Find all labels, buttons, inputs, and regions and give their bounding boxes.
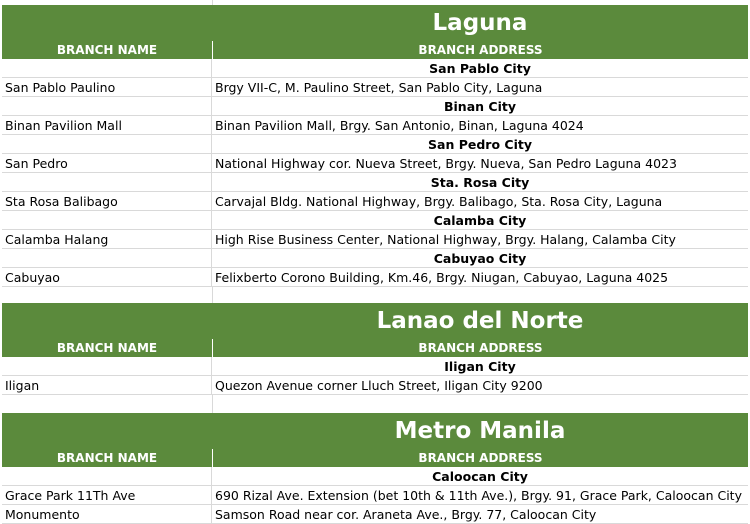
header-branch-address[interactable]: BRANCH ADDRESS xyxy=(213,41,748,59)
table-header: BRANCH NAME BRANCH ADDRESS xyxy=(2,41,748,59)
city-row: Caloocan City xyxy=(2,467,748,486)
city-row: San Pedro City xyxy=(2,135,748,154)
branch-name-cell[interactable]: Sta Rosa Balibago xyxy=(2,192,212,210)
city-row: San Pablo City xyxy=(2,59,748,78)
table-header: BRANCH NAME BRANCH ADDRESS xyxy=(2,449,748,467)
city-row: Iligan City xyxy=(2,357,748,376)
branch-address-cell[interactable]: Samson Road near cor. Araneta Ave., Brgy… xyxy=(212,505,748,523)
city-name[interactable]: Calamba City xyxy=(212,211,748,229)
branch-name-cell[interactable]: Cabuyao xyxy=(2,268,212,286)
city-row: Calamba City xyxy=(2,211,748,230)
empty-cell[interactable] xyxy=(2,357,212,375)
spreadsheet: Laguna BRANCH NAME BRANCH ADDRESS San Pablo… xyxy=(0,0,750,524)
region-title: Metro Manila xyxy=(2,413,748,449)
table-row: Binan Pavilion Mall Binan Pavilion Mall, … xyxy=(2,116,748,135)
empty-row xyxy=(2,395,748,414)
city-row: Sta. Rosa City xyxy=(2,173,748,192)
table-row: Monumento Samson Road near cor. Araneta A… xyxy=(2,505,748,524)
city-name[interactable]: Cabuyao City xyxy=(212,249,748,267)
city-name[interactable]: Sta. Rosa City xyxy=(212,173,748,191)
header-branch-address[interactable]: BRANCH ADDRESS xyxy=(213,339,748,357)
table-row: San Pedro National Highway cor. Nueva Str… xyxy=(2,154,748,173)
region-title: Lanao del Norte xyxy=(2,303,748,339)
branch-address-cell[interactable]: Quezon Avenue corner Lluch Street, Iliga… xyxy=(212,376,748,394)
branch-address-cell[interactable]: High Rise Business Center, National High… xyxy=(212,230,748,248)
table-row: Cabuyao Felixberto Corono Building, Km.46… xyxy=(2,268,748,287)
branch-address-cell[interactable]: Carvajal Bldg. National Highway, Brgy. B… xyxy=(212,192,748,210)
city-row: Cabuyao City xyxy=(2,249,748,268)
city-name[interactable]: Caloocan City xyxy=(212,467,748,485)
empty-cell[interactable] xyxy=(2,59,212,77)
branch-address-cell[interactable]: National Highway cor. Nueva Street, Brgy… xyxy=(212,154,748,172)
table-row: San Pablo Paulino Brgy VII-C, M. Paulino … xyxy=(2,78,748,97)
branch-name-cell[interactable]: Calamba Halang xyxy=(2,230,212,248)
city-name[interactable]: San Pedro City xyxy=(212,135,748,153)
branch-address-cell[interactable]: Binan Pavilion Mall, Brgy. San Antonio, … xyxy=(212,116,748,134)
table-row: Grace Park 11Th Ave 690 Rizal Ave. Extens… xyxy=(2,486,748,505)
empty-cell[interactable] xyxy=(213,395,748,413)
branch-name-cell[interactable]: Binan Pavilion Mall xyxy=(2,116,212,134)
region-section: Lanao del Norte BRANCH NAME BRANCH ADDRESS… xyxy=(2,303,748,414)
branch-address-cell[interactable]: 690 Rizal Ave. Extension (bet 10th & 11t… xyxy=(212,486,748,504)
table-header: BRANCH NAME BRANCH ADDRESS xyxy=(2,339,748,357)
empty-cell[interactable] xyxy=(2,467,212,485)
empty-cell[interactable] xyxy=(2,173,212,191)
region-section: Metro Manila BRANCH NAME BRANCH ADDRESS Cal… xyxy=(2,413,748,524)
header-branch-name[interactable]: BRANCH NAME xyxy=(2,449,213,467)
branch-name-cell[interactable]: Monumento xyxy=(2,505,212,523)
city-name[interactable]: San Pablo City xyxy=(212,59,748,77)
empty-cell[interactable] xyxy=(2,135,212,153)
branch-address-cell[interactable]: Felixberto Corono Building, Km.46, Brgy.… xyxy=(212,268,748,286)
table-row: Sta Rosa Balibago Carvajal Bldg. National… xyxy=(2,192,748,211)
branch-name-cell[interactable]: San Pablo Paulino xyxy=(2,78,212,96)
branch-address-cell[interactable]: Brgy VII-C, M. Paulino Street, San Pablo… xyxy=(212,78,748,96)
branch-name-cell[interactable]: Iligan xyxy=(2,376,212,394)
city-row: Binan City xyxy=(2,97,748,116)
city-name[interactable]: Binan City xyxy=(212,97,748,115)
branch-name-cell[interactable]: Grace Park 11Th Ave xyxy=(2,486,212,504)
header-branch-name[interactable]: BRANCH NAME xyxy=(2,41,213,59)
header-branch-name[interactable]: BRANCH NAME xyxy=(2,339,213,357)
region-section: Laguna BRANCH NAME BRANCH ADDRESS San Pablo… xyxy=(2,5,748,306)
table-row: Iligan Quezon Avenue corner Lluch Street,… xyxy=(2,376,748,395)
branch-name-cell[interactable]: San Pedro xyxy=(2,154,212,172)
empty-cell[interactable] xyxy=(2,97,212,115)
region-title: Laguna xyxy=(2,5,748,41)
empty-cell[interactable] xyxy=(2,211,212,229)
empty-cell[interactable] xyxy=(2,249,212,267)
header-branch-address[interactable]: BRANCH ADDRESS xyxy=(213,449,748,467)
city-name[interactable]: Iligan City xyxy=(212,357,748,375)
table-row: Calamba Halang High Rise Business Center,… xyxy=(2,230,748,249)
empty-cell[interactable] xyxy=(2,395,213,413)
